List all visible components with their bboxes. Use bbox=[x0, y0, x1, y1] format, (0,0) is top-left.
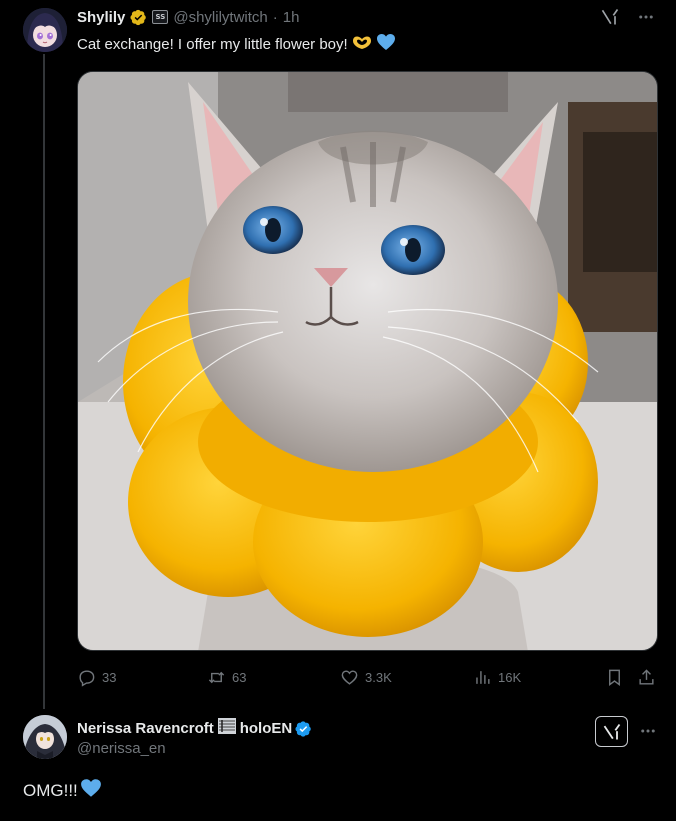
bookmark-icon bbox=[609, 669, 620, 686]
views-count: 16K bbox=[498, 669, 522, 685]
more-icon[interactable] bbox=[635, 6, 657, 28]
blue-heart-emoji bbox=[80, 778, 102, 803]
reply-button[interactable]: 33 bbox=[77, 665, 116, 689]
like-button[interactable]: 3.3K bbox=[340, 665, 392, 689]
verified-badge-icon bbox=[130, 9, 147, 26]
affiliate-badge-icon[interactable]: SS bbox=[152, 10, 169, 24]
separator-dot: · bbox=[272, 8, 278, 26]
thread-connector-line bbox=[43, 54, 45, 709]
tweet-action-bar: 33 63 3.3K 16K bbox=[77, 665, 661, 689]
repost-count: 63 bbox=[232, 669, 247, 685]
tweet-media-image[interactable] bbox=[77, 71, 658, 651]
repost-icon bbox=[208, 671, 225, 683]
blue-heart-emoji bbox=[376, 33, 396, 57]
reply-author-name[interactable]: Nerissa Ravencroft bbox=[77, 720, 214, 737]
tweet-timestamp[interactable]: 1h bbox=[283, 9, 300, 26]
reply-text-content: OMG!!! bbox=[23, 780, 78, 800]
tweet-text: Cat exchange! I offer my little flower b… bbox=[77, 33, 396, 57]
tweet-header: Shylily SS @shylilytwitch · 1h bbox=[77, 7, 299, 27]
more-icon[interactable] bbox=[637, 720, 659, 742]
views-button[interactable]: 16K bbox=[473, 665, 521, 689]
grok-icon[interactable] bbox=[599, 6, 621, 28]
reply-count: 33 bbox=[102, 669, 117, 685]
tweet-top-actions bbox=[599, 6, 657, 28]
author-handle[interactable]: @shylilytwitch bbox=[173, 9, 267, 26]
reply-header: Nerissa Ravencroft holoEN bbox=[77, 717, 312, 739]
like-count: 3.3K bbox=[365, 669, 392, 685]
heart-hands-emoji bbox=[351, 33, 373, 57]
shylily-avatar[interactable] bbox=[23, 8, 67, 52]
views-icon bbox=[476, 670, 490, 684]
grok-icon[interactable] bbox=[595, 716, 628, 747]
verified-badge-icon bbox=[295, 720, 312, 737]
share-button[interactable] bbox=[637, 665, 656, 689]
reply-author-name-suffix[interactable]: holoEN bbox=[240, 720, 293, 737]
share-icon bbox=[639, 668, 654, 685]
reply-author-handle[interactable]: @nerissa_en bbox=[77, 740, 166, 757]
tweet-text-content: Cat exchange! I offer my little flower b… bbox=[77, 36, 348, 53]
author-name[interactable]: Shylily bbox=[77, 9, 125, 26]
reply-icon bbox=[79, 669, 95, 687]
like-icon bbox=[341, 669, 358, 685]
reply-text: OMG!!! bbox=[23, 778, 102, 803]
bookmark-button[interactable] bbox=[605, 665, 624, 689]
cat-photo bbox=[78, 72, 657, 650]
music-score-emoji bbox=[217, 717, 237, 739]
repost-button[interactable]: 63 bbox=[207, 665, 246, 689]
nerissa-avatar[interactable] bbox=[23, 715, 67, 759]
